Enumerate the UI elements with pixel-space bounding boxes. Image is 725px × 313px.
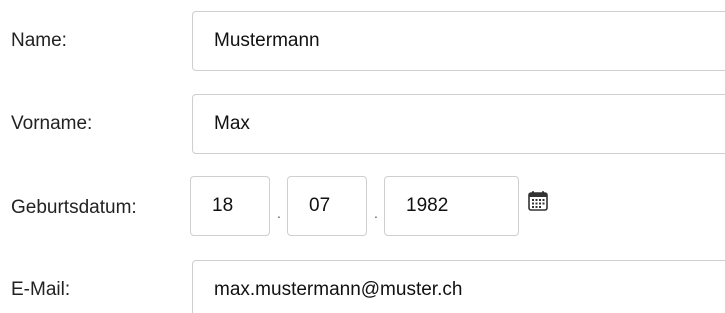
- vorname-label: Vorname:: [11, 113, 93, 134]
- date-separator-1: .: [277, 205, 281, 221]
- email-label: E-Mail:: [11, 279, 71, 300]
- email-input-value: max.mustermann@muster.ch: [214, 279, 463, 300]
- geburtsdatum-label: Geburtsdatum:: [11, 197, 137, 218]
- calendar-icon[interactable]: [527, 190, 549, 212]
- personal-data-form: Name: Mustermann Vorname: Max Geburtsdat…: [0, 0, 725, 313]
- email-input[interactable]: max.mustermann@muster.ch: [192, 260, 725, 313]
- name-input[interactable]: Mustermann: [192, 11, 725, 71]
- birth-year-input[interactable]: 1982: [384, 176, 519, 236]
- vorname-input-value: Max: [214, 113, 250, 134]
- birth-day-input[interactable]: 18: [190, 176, 270, 236]
- birth-month-input[interactable]: 07: [287, 176, 367, 236]
- birth-day-value: 18: [212, 195, 234, 216]
- date-separator-2: .: [374, 205, 378, 221]
- vorname-input[interactable]: Max: [192, 94, 725, 154]
- name-input-value: Mustermann: [214, 30, 320, 51]
- birth-month-value: 07: [309, 195, 331, 216]
- name-label: Name:: [11, 30, 67, 51]
- birth-year-value: 1982: [406, 195, 449, 216]
